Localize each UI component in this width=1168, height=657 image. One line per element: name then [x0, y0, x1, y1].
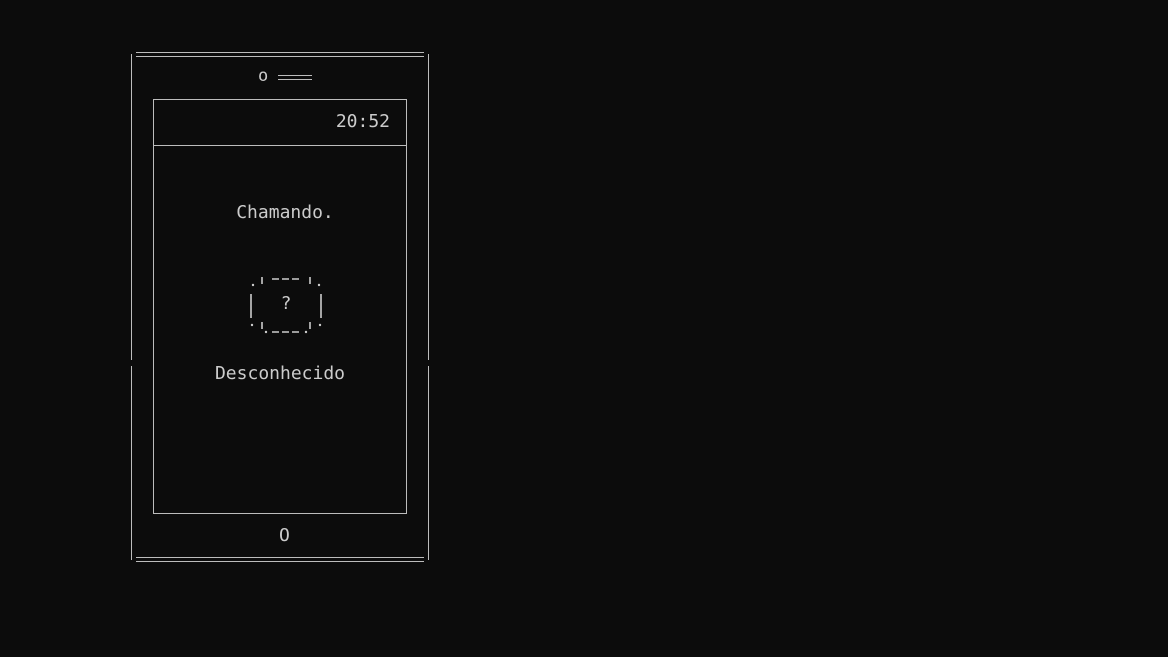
status-bar: 20:52	[154, 100, 406, 146]
status-clock: 20:52	[335, 111, 390, 132]
unknown-caller-icon: ?	[280, 293, 292, 314]
home-button[interactable]: O	[279, 526, 290, 546]
caller-avatar: ?	[248, 272, 324, 334]
phone-frame-left-edge	[131, 54, 132, 560]
phone-frame: o 20:52 Chamando. ? Desconhecido O	[130, 52, 430, 562]
phone-top-cluster: o	[258, 66, 313, 86]
caller-name: Desconhecido	[214, 363, 346, 384]
phone-top-rail	[136, 52, 424, 57]
side-button-left	[130, 360, 133, 366]
side-button-right	[427, 360, 430, 366]
phone-screen: 20:52 Chamando. ? Desconhecido	[153, 99, 407, 514]
call-status-text: Chamando.	[236, 202, 334, 223]
speaker-grille-icon	[278, 74, 313, 80]
camera-icon: o	[258, 66, 269, 86]
phone-frame-right-edge	[428, 54, 429, 560]
phone-bottom-rail	[136, 557, 424, 562]
